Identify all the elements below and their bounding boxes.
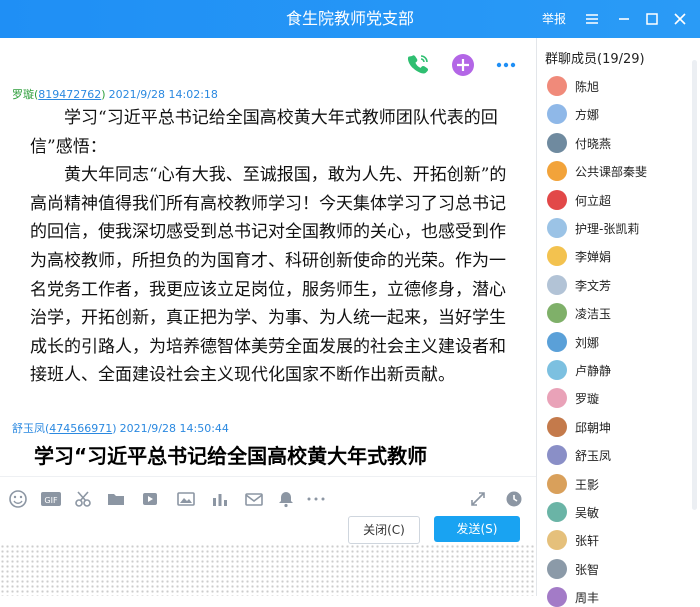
sender-qq-link[interactable]: 474566971 [49, 422, 112, 435]
member-name: 罗璇 [575, 392, 600, 407]
member-name: 护理-张凯莉 [575, 222, 640, 236]
member-sidebar: 群聊成员(19/29) 陈旭方娜付晓燕公共课部秦斐 何立超护理-张凯莉 李婵娟李文芳… [536, 38, 700, 607]
member-name: 刘娜 [575, 335, 600, 350]
emoji-icon[interactable] [8, 489, 28, 509]
avatar [547, 502, 567, 522]
message-header: 罗璇(819472762) 2021/9/28 14:02:18 [12, 88, 218, 101]
member-name: 邱朝坤 [575, 420, 612, 435]
input-toolbar: GIF [0, 476, 536, 521]
sender-name: 舒玉凤 [12, 422, 45, 435]
message-header: 舒玉凤(474566971) 2021/9/28 14:50:44 [12, 422, 229, 435]
avatar [547, 558, 567, 579]
chat-area: 罗璇(819472762) 2021/9/28 14:02:18 学习“习近平总书… [0, 38, 536, 596]
member-name: 王影 [575, 477, 600, 492]
avatar [547, 274, 567, 295]
avatar [547, 416, 567, 437]
avatar [547, 303, 567, 324]
avatar [547, 161, 567, 182]
add-icon[interactable] [450, 52, 476, 82]
member-name: 张智 [575, 562, 600, 577]
member-name: 方娜 [575, 108, 600, 123]
phone-icon[interactable] [405, 52, 431, 82]
mail-icon[interactable] [244, 489, 264, 509]
avatar [547, 246, 567, 267]
message-preview: 学习“习近平总书记给全国高校黄大年式教师 [34, 444, 428, 468]
history-icon[interactable] [504, 489, 524, 509]
maximize-icon[interactable] [642, 9, 662, 29]
close-button[interactable]: 关闭(C) [348, 516, 420, 544]
member-name: 舒玉凤 [575, 449, 612, 464]
member-name: 李文芳 [575, 278, 612, 293]
sender-name: 罗璇 [12, 88, 34, 101]
settings-icon[interactable] [582, 9, 602, 29]
avatar [547, 473, 567, 494]
report-button[interactable]: 举报 [542, 0, 566, 38]
more-icon[interactable] [305, 489, 325, 509]
avatar [547, 388, 567, 409]
member-name: 李婵娟 [575, 250, 612, 265]
member-scrollbar[interactable] [692, 60, 697, 510]
gif-icon[interactable]: GIF [40, 489, 61, 509]
bell-icon[interactable] [276, 489, 296, 509]
avatar [547, 587, 567, 607]
member-name: 吴敏 [575, 506, 600, 520]
avatar [547, 189, 567, 210]
avatar [547, 530, 567, 551]
avatar [547, 445, 567, 466]
avatar [547, 76, 567, 96]
folder-icon[interactable] [106, 489, 126, 509]
image-icon[interactable] [176, 489, 196, 509]
avatar [547, 132, 567, 153]
sender-qq-link[interactable]: 819472762 [38, 88, 101, 101]
avatar [547, 218, 567, 238]
scissors-icon[interactable] [73, 489, 93, 509]
member-name: 何立超 [575, 193, 612, 208]
expand-icon[interactable] [468, 489, 488, 509]
avatar [547, 104, 567, 125]
avatar [547, 360, 567, 380]
message-time: 2021/9/28 14:50:44 [119, 422, 229, 435]
send-button[interactable]: 发送(S) [434, 516, 520, 542]
music-icon[interactable] [140, 489, 160, 509]
member-name: 张轩 [575, 534, 600, 549]
message-time: 2021/9/28 14:02:18 [108, 88, 218, 101]
member-name: 陈旭 [575, 80, 600, 94]
close-icon[interactable] [670, 9, 690, 29]
member-name: 公共课部秦斐 [575, 165, 648, 180]
message-paragraph: 学习“习近平总书记给全国高校黄大年式教师团队代表的回信”感悟： [30, 108, 498, 157]
member-name: 周丰 [575, 591, 600, 606]
member-count-title: 群聊成员(19/29) [545, 52, 645, 67]
member-name: 凌洁玉 [575, 307, 612, 322]
more-options-icon[interactable] [493, 52, 519, 82]
title-bar: 食生院教师党支部 举报 [0, 0, 700, 38]
member-name: 卢静静 [575, 364, 612, 378]
minimize-icon[interactable] [614, 9, 634, 29]
member-name: 付晓燕 [575, 136, 612, 151]
message-body: 学习“习近平总书记给全国高校黄大年式教师团队代表的回信”感悟： 黄大年同志“心有… [30, 104, 512, 390]
message-paragraph: 黄大年同志“心有大我、至诚报国，敢为人先、开拓创新”的高尚精神值得我们所有高校教… [30, 165, 507, 386]
svg-text:GIF: GIF [44, 496, 58, 505]
avatar [547, 331, 567, 352]
chart-icon[interactable] [210, 489, 230, 509]
